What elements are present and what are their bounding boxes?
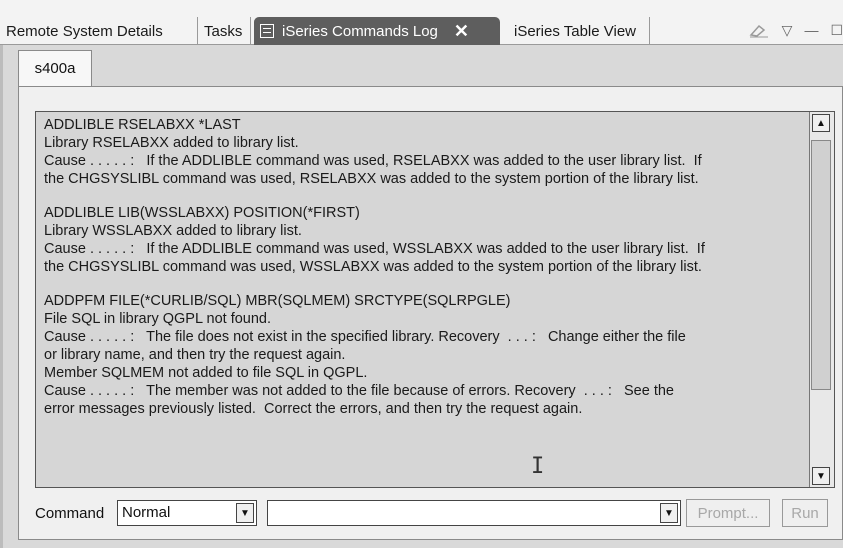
log-line: Cause . . . . . : If the ADDLIBLE comman… [44, 153, 702, 169]
chevron-down-icon[interactable]: ▼ [236, 503, 254, 523]
log-line: or library name, and then try the reques… [44, 347, 346, 363]
log-line: error messages previously listed. Correc… [44, 401, 583, 417]
minimize-icon[interactable]: — [804, 22, 818, 38]
tab-s400a[interactable]: s400a [18, 50, 92, 86]
log-blank-line [44, 188, 809, 204]
commands-log-area[interactable]: ADDLIBLE RSELABXX *LAST Library RSELABXX … [35, 111, 835, 488]
log-line: ADDLIBLE RSELABXX *LAST [44, 117, 241, 133]
left-edge-border [0, 44, 3, 548]
log-line: File SQL in library QGPL not found. [44, 311, 272, 327]
log-line: the CHGSYSLIBL command was used, RSELABX… [44, 171, 699, 187]
log-line: Member SQLMEM not added to file SQL in Q… [44, 365, 368, 381]
log-view-icon [260, 24, 274, 38]
tab-iseries-commands-log[interactable]: iSeries Commands Log ✕ [254, 17, 500, 45]
log-line: ADDLIBLE LIB(WSSLABXX) POSITION(*FIRST) [44, 205, 360, 221]
tab-label: Tasks [204, 22, 243, 40]
log-line: Library RSELABXX added to library list. [44, 135, 299, 151]
eraser-icon[interactable] [748, 22, 770, 38]
text-cursor-icon: I [531, 454, 545, 479]
command-bar: Command Normal ▼ ▼ Prompt... Run [35, 498, 835, 530]
tab-label: iSeries Table View [514, 22, 637, 40]
prompt-button[interactable]: Prompt... [686, 499, 770, 527]
log-blank-line [44, 276, 809, 292]
log-line: ADDPFM FILE(*CURLIB/SQL) MBR(SQLMEM) SRC… [44, 293, 511, 309]
view-controls: ▽ — ☐ [748, 18, 843, 42]
tab-label: Remote System Details [6, 22, 163, 40]
close-icon[interactable]: ✕ [454, 22, 469, 40]
log-line: the CHGSYSLIBL command was used, WSSLABX… [44, 259, 702, 275]
run-button[interactable]: Run [782, 499, 828, 527]
log-line: Cause . . . . . : The file does not exis… [44, 329, 686, 345]
tab-tasks[interactable]: Tasks [198, 17, 251, 45]
command-input[interactable]: ▼ [267, 500, 681, 526]
view-menu-icon[interactable]: ▽ [782, 22, 793, 39]
maximize-icon[interactable]: ☐ [830, 22, 843, 39]
command-label: Command [35, 505, 105, 522]
chevron-down-icon[interactable]: ▼ [660, 503, 678, 523]
view-tab-bar: Remote System Details Tasks iSeries Comm… [0, 0, 843, 45]
tab-label: s400a [34, 60, 76, 77]
command-mode-value: Normal [122, 504, 171, 521]
log-line: Library WSSLABXX added to library list. [44, 223, 302, 239]
command-mode-select[interactable]: Normal ▼ [117, 500, 257, 526]
log-text: ADDLIBLE RSELABXX *LAST Library RSELABXX … [44, 116, 809, 481]
log-line: Cause . . . . . : The member was not add… [44, 383, 674, 399]
log-line: Cause . . . . . : If the ADDLIBLE comman… [44, 241, 705, 257]
vertical-scrollbar[interactable]: ▲ ▼ [809, 112, 834, 487]
tab-remote-system-details[interactable]: Remote System Details [0, 17, 198, 45]
scroll-up-arrow-icon[interactable]: ▲ [812, 114, 830, 132]
tab-iseries-table-view[interactable]: iSeries Table View [508, 17, 650, 45]
scrollbar-thumb[interactable] [811, 140, 831, 390]
scroll-down-arrow-icon[interactable]: ▼ [812, 467, 830, 485]
tab-label: iSeries Commands Log [282, 22, 438, 40]
